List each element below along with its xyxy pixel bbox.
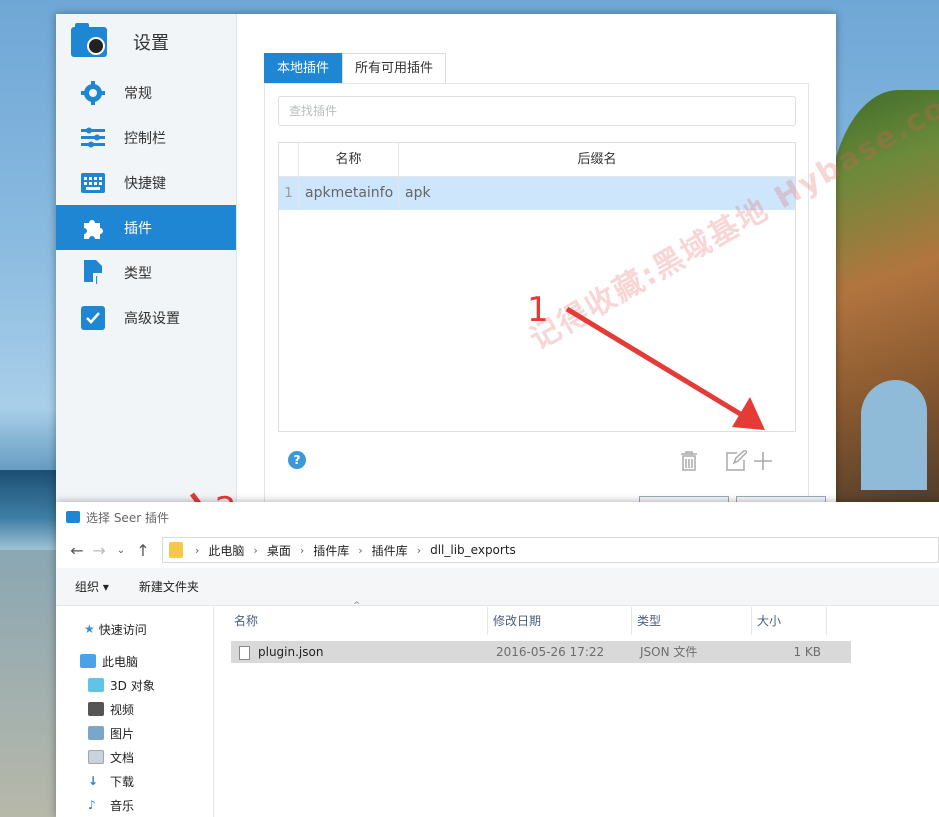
- back-arrow-icon[interactable]: ←: [66, 541, 88, 560]
- dialog-title: 选择 Seer 插件: [86, 510, 169, 525]
- pictures-icon: [88, 726, 104, 740]
- file-type-cell: JSON 文件: [640, 645, 698, 659]
- column-header-type[interactable]: 类型: [632, 607, 752, 635]
- nav-videos[interactable]: 视频: [56, 697, 213, 721]
- nav-label: 视频: [110, 702, 135, 717]
- download-icon: ↓: [88, 774, 99, 788]
- nav-pictures[interactable]: 图片: [56, 721, 213, 745]
- breadcrumb-item[interactable]: 此电脑: [208, 542, 244, 559]
- nav-music[interactable]: ♪ 音乐: [56, 793, 213, 817]
- up-arrow-icon[interactable]: ↑: [132, 541, 154, 560]
- column-header-name[interactable]: 名称: [231, 607, 488, 635]
- breadcrumb-item[interactable]: 插件库: [313, 542, 349, 559]
- nav-label: 图片: [110, 726, 135, 741]
- breadcrumb[interactable]: › 此电脑 › 桌面 › 插件库 › 插件库 › dll_lib_exports: [162, 537, 939, 563]
- forward-arrow-icon[interactable]: →: [88, 541, 110, 560]
- sort-ascending-icon: ^: [353, 601, 361, 611]
- file-list-header: 名称 修改日期 类型 大小: [231, 607, 851, 635]
- annotation-number-1: 1: [527, 290, 549, 330]
- folder-icon: [169, 542, 183, 558]
- music-icon: ♪: [88, 798, 96, 812]
- 3d-objects-icon: [88, 678, 104, 692]
- breadcrumb-separator-icon[interactable]: ›: [358, 544, 362, 557]
- recent-locations-chevron-icon[interactable]: ⌄: [110, 545, 132, 556]
- nav-quick-access[interactable]: ★ 快速访问: [56, 617, 213, 641]
- address-bar: ← → ⌄ ↑ › 此电脑 › 桌面 › 插件库 › 插件库 › dll_lib…: [56, 532, 939, 568]
- breadcrumb-separator-icon[interactable]: ›: [253, 544, 257, 557]
- star-icon: ★: [84, 622, 95, 636]
- nav-this-pc[interactable]: 此电脑: [56, 649, 213, 673]
- nav-downloads[interactable]: ↓ 下载: [56, 769, 213, 793]
- file-icon: [239, 645, 250, 660]
- nav-label: 下载: [110, 774, 135, 789]
- nav-label: 快速访问: [98, 622, 147, 637]
- file-row[interactable]: plugin.json 2016-05-26 17:22 JSON 文件 1 K…: [231, 641, 851, 663]
- file-name: plugin.json: [258, 645, 324, 659]
- nav-documents[interactable]: 文档: [56, 745, 213, 769]
- breadcrumb-separator-icon[interactable]: ›: [195, 544, 199, 557]
- nav-label: 此电脑: [102, 654, 139, 669]
- navigation-pane: ★ 快速访问 此电脑 3D 对象 视频 图片 文档 ↓ 下载 ♪ 音乐: [56, 607, 214, 817]
- column-header-modified[interactable]: 修改日期: [488, 607, 632, 635]
- breadcrumb-item[interactable]: 插件库: [372, 542, 408, 559]
- file-list: ^ 名称 修改日期 类型 大小 plugin.json 2016-05-26 1…: [231, 601, 851, 663]
- organize-button[interactable]: 组织 ▾: [75, 578, 109, 595]
- documents-icon: [88, 750, 104, 764]
- dialog-titlebar: 选择 Seer 插件: [56, 502, 939, 532]
- dialog-toolbar: 组织 ▾ 新建文件夹: [56, 568, 939, 606]
- file-size-cell: 1 KB: [793, 645, 821, 659]
- annotation-arrow-1: [565, 306, 744, 418]
- nav-label: 文档: [110, 750, 135, 765]
- breadcrumb-separator-icon[interactable]: ›: [417, 544, 421, 557]
- computer-icon: [80, 654, 96, 668]
- column-header-size[interactable]: 大小: [752, 607, 827, 635]
- file-picker-dialog: 选择 Seer 插件 ← → ⌄ ↑ › 此电脑 › 桌面 › 插件库 › 插件…: [56, 502, 939, 817]
- file-modified-cell: 2016-05-26 17:22: [496, 645, 605, 659]
- file-name-cell: plugin.json: [231, 641, 488, 663]
- nav-3d-objects[interactable]: 3D 对象: [56, 673, 213, 697]
- new-folder-button[interactable]: 新建文件夹: [139, 578, 199, 595]
- seer-app-icon: [66, 511, 80, 523]
- nav-label: 3D 对象: [110, 678, 155, 693]
- nav-label: 音乐: [110, 798, 135, 813]
- video-icon: [88, 702, 104, 716]
- breadcrumb-separator-icon[interactable]: ›: [300, 544, 304, 557]
- breadcrumb-item[interactable]: dll_lib_exports: [430, 543, 516, 557]
- breadcrumb-item[interactable]: 桌面: [267, 542, 291, 559]
